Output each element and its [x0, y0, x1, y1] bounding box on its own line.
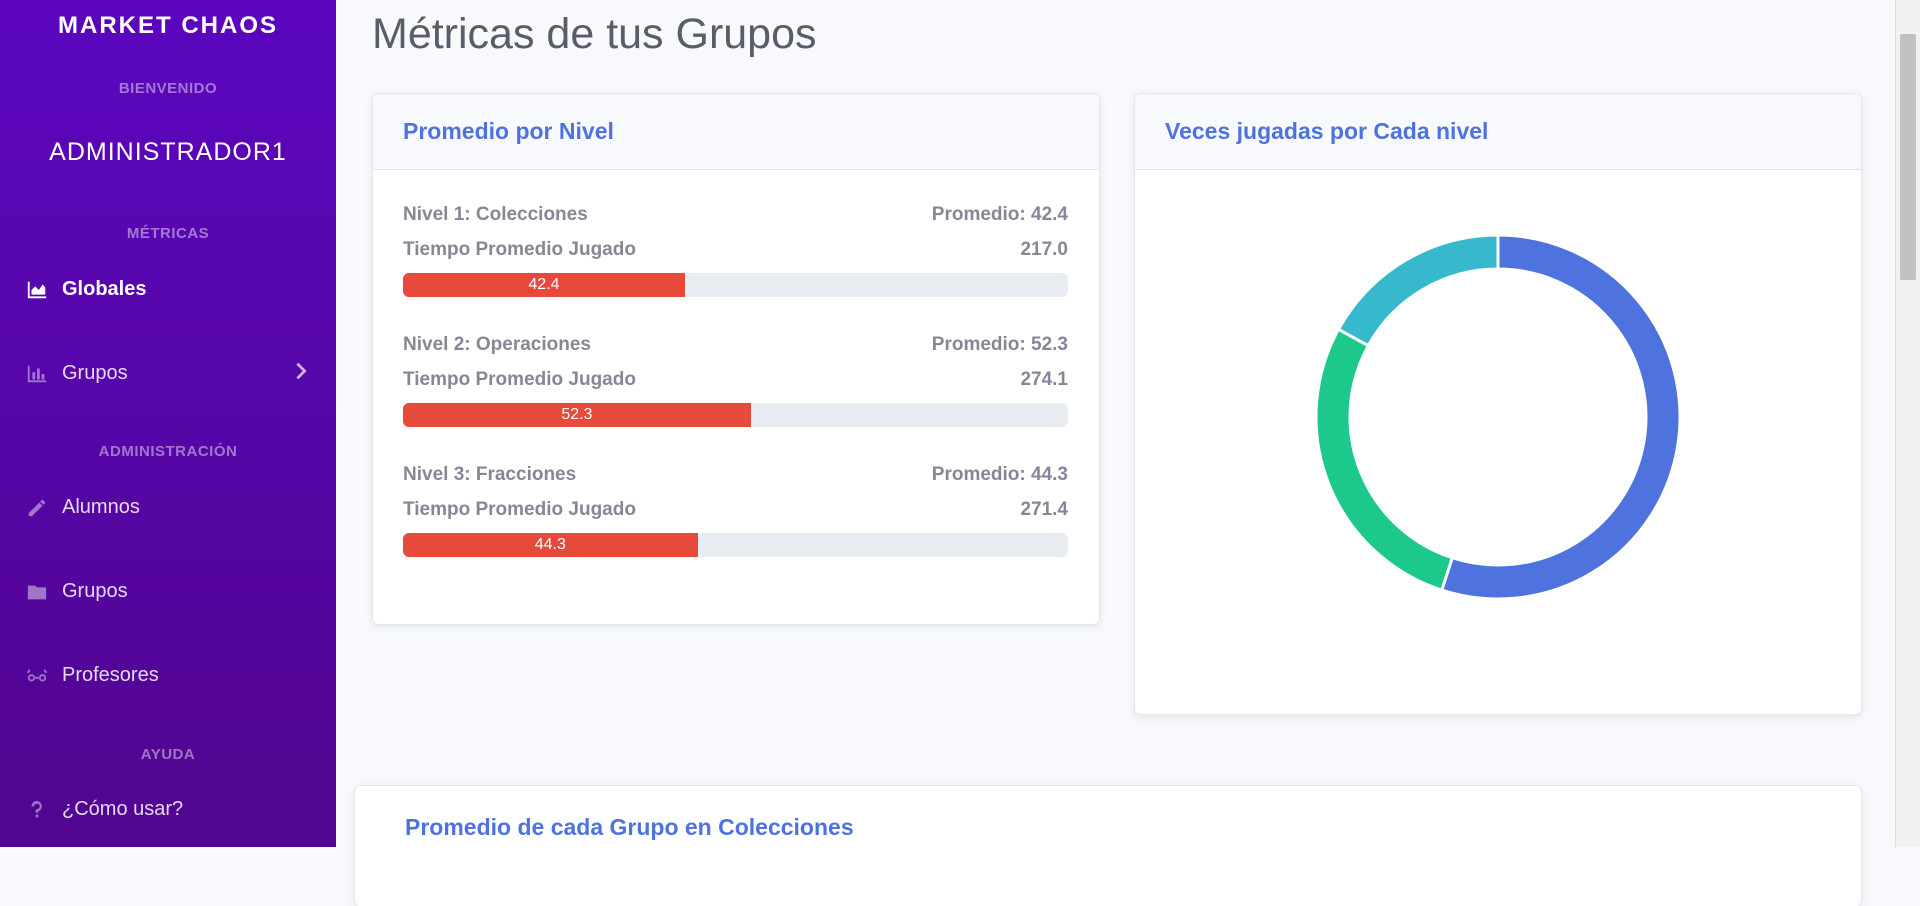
progress-bar-fill: 52.3	[403, 403, 751, 427]
username: ADMINISTRADOR1	[49, 138, 287, 166]
question-icon	[31, 800, 42, 817]
scrollbar-thumb[interactable]	[1900, 34, 1916, 280]
sidebar-item-alumnos[interactable]: Alumnos	[26, 496, 140, 519]
chart-bar-icon	[27, 365, 47, 382]
sidebar-item-label: Alumnos	[62, 496, 140, 518]
time-value: 274.1	[1020, 369, 1068, 390]
group-avg-colecciones-card: Promedio de cada Grupo en Colecciones	[354, 785, 1862, 906]
sidebar-item-label: ¿Cómo usar?	[62, 798, 184, 820]
donut-slice-fracciones[interactable]	[1336, 233, 1500, 348]
avg-per-level-card: Promedio por Nivel Nivel 1: Colecciones …	[372, 93, 1100, 625]
page-scrollbar[interactable]	[1895, 0, 1920, 847]
card-title: Promedio por Nivel	[403, 118, 614, 144]
glasses-icon	[26, 669, 48, 681]
chart-area-icon	[27, 281, 47, 298]
sidebar: MARKET CHAOS BIENVENIDO ADMINISTRADOR1 M…	[0, 0, 336, 847]
donut-slice-colecciones[interactable]	[1439, 233, 1682, 601]
pencil-icon	[28, 499, 46, 516]
sidebar-item-label: Globales	[62, 278, 147, 300]
admin-section-label: ADMINISTRACIÓN	[98, 443, 238, 460]
card-title: Promedio de cada Grupo en Colecciones	[405, 814, 854, 840]
chevron-right-icon[interactable]	[290, 360, 312, 382]
level-name: Nivel 3: Fracciones	[403, 464, 577, 485]
sidebar-item-grupos-metricas[interactable]: Grupos	[26, 362, 128, 385]
time-label: Tiempo Promedio Jugado	[403, 239, 636, 260]
progress-bar: 42.4	[403, 273, 1068, 297]
level-metric-1: Nivel 1: Colecciones Promedio: 42.4 Tiem…	[403, 204, 1068, 297]
level-name: Nivel 1: Colecciones	[403, 204, 588, 225]
card-header: Veces jugadas por Cada nivel	[1135, 94, 1861, 170]
level-average: Promedio: 52.3	[931, 334, 1068, 355]
donut-slice-operaciones[interactable]	[1314, 327, 1455, 592]
level-average: Promedio: 42.4	[931, 204, 1068, 225]
progress-bar: 44.3	[403, 533, 1068, 557]
sidebar-item-label: Profesores	[62, 664, 159, 686]
card-title: Veces jugadas por Cada nivel	[1165, 118, 1489, 144]
progress-bar-fill: 42.4	[403, 273, 685, 297]
folder-icon	[27, 585, 47, 599]
sidebar-item-como-usar[interactable]: ¿Cómo usar?	[26, 798, 183, 821]
page-title: Métricas de tus Grupos	[372, 10, 817, 58]
plays-per-level-card: Veces jugadas por Cada nivel Colecciones…	[1134, 93, 1862, 715]
level-name: Nivel 2: Operaciones	[403, 334, 591, 355]
level-metric-2: Nivel 2: Operaciones Promedio: 52.3 Tiem…	[403, 334, 1068, 427]
level-metric-3: Nivel 3: Fracciones Promedio: 44.3 Tiemp…	[403, 464, 1068, 557]
card-header: Promedio por Nivel	[373, 94, 1099, 170]
welcome-label: BIENVENIDO	[118, 80, 218, 97]
progress-bar-fill: 44.3	[403, 533, 698, 557]
progress-bar: 52.3	[403, 403, 1068, 427]
time-label: Tiempo Promedio Jugado	[403, 499, 636, 520]
sidebar-item-label: Grupos	[62, 362, 128, 384]
brand-title[interactable]: MARKET CHAOS	[0, 12, 336, 40]
sidebar-item-grupos-admin[interactable]: Grupos	[26, 580, 128, 603]
sidebar-item-label: Grupos	[62, 580, 128, 602]
level-average: Promedio: 44.3	[931, 464, 1068, 485]
help-section-label: AYUDA	[140, 746, 196, 763]
metrics-section-label: MÉTRICAS	[126, 225, 210, 242]
sidebar-item-profesores[interactable]: Profesores	[26, 664, 159, 687]
donut-chart[interactable]	[1135, 170, 1861, 710]
sidebar-item-globales[interactable]: Globales	[26, 278, 146, 301]
time-label: Tiempo Promedio Jugado	[403, 369, 636, 390]
time-value: 217.0	[1020, 239, 1068, 260]
time-value: 271.4	[1020, 499, 1068, 520]
